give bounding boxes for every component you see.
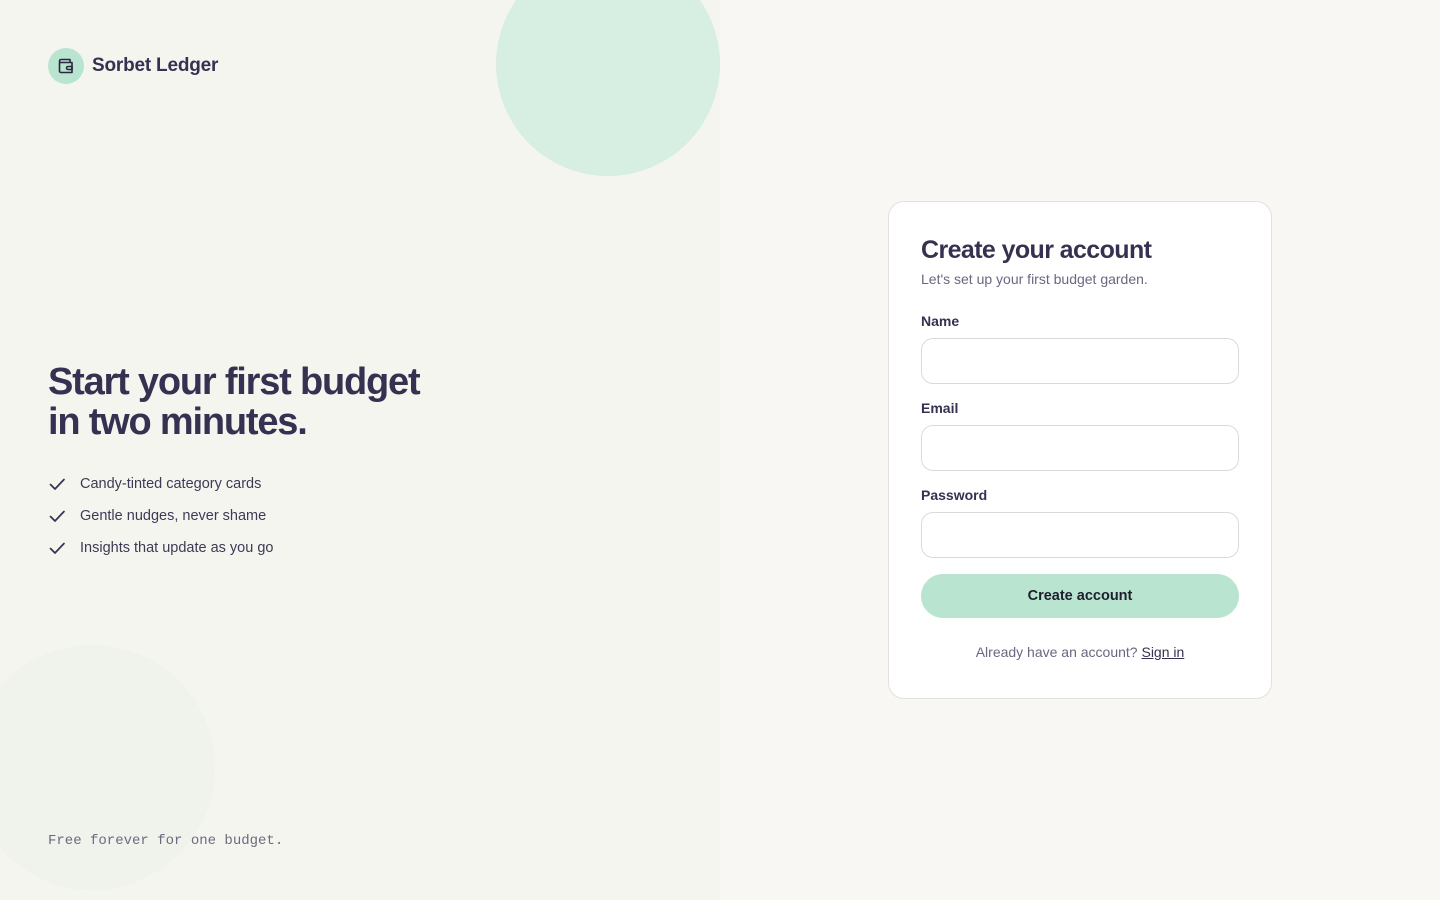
password-input[interactable] (921, 512, 1239, 558)
email-label: Email (921, 400, 959, 416)
feature-label: Candy-tinted category cards (80, 476, 262, 492)
check-icon (48, 475, 66, 493)
check-icon (48, 507, 66, 525)
name-input[interactable] (921, 338, 1239, 384)
email-input[interactable] (921, 425, 1239, 471)
name-field-group: Name (921, 313, 1239, 384)
signup-page: Sorbet Ledger Start your first budget in… (0, 0, 1440, 900)
decorative-circle-top (496, 0, 720, 176)
feature-item: Gentle nudges, never shame (48, 500, 488, 532)
hero-title-line-2: in two minutes. (48, 401, 308, 443)
signup-card: Create your account Let's set up your fi… (888, 201, 1272, 699)
feature-label: Gentle nudges, never shame (80, 508, 267, 524)
decorative-circle-bottom (0, 645, 215, 890)
form-panel: Create your account Let's set up your fi… (720, 0, 1440, 900)
hero: Start your first budget in two minutes. … (48, 362, 488, 564)
pricing-footnote: Free forever for one budget. (48, 833, 284, 849)
create-account-button[interactable]: Create account (921, 574, 1239, 618)
feature-list: Candy-tinted category cards Gentle nudge… (48, 468, 488, 564)
hero-title-line-1: Start your first budget (48, 361, 421, 403)
wallet-icon (48, 48, 84, 84)
email-field-group: Email (921, 400, 1239, 471)
feature-item: Insights that update as you go (48, 532, 488, 564)
feature-item: Candy-tinted category cards (48, 468, 488, 500)
password-label: Password (921, 487, 988, 503)
hero-title: Start your first budget in two minutes. (48, 362, 488, 442)
check-icon (48, 539, 66, 557)
form-title: Create your account (921, 236, 1152, 264)
form-subtitle: Let's set up your first budget garden. (921, 271, 1148, 287)
name-label: Name (921, 313, 960, 329)
feature-label: Insights that update as you go (80, 540, 274, 556)
signin-prompt: Already have an account? (975, 644, 1138, 660)
brand-logo[interactable]: Sorbet Ledger (48, 48, 218, 84)
marketing-panel: Sorbet Ledger Start your first budget in… (0, 0, 720, 900)
password-field-group: Password (921, 487, 1239, 558)
brand-name: Sorbet Ledger (92, 55, 219, 76)
signin-link[interactable]: Sign in (1141, 644, 1184, 660)
signin-row: Already have an account? Sign in (921, 644, 1239, 660)
